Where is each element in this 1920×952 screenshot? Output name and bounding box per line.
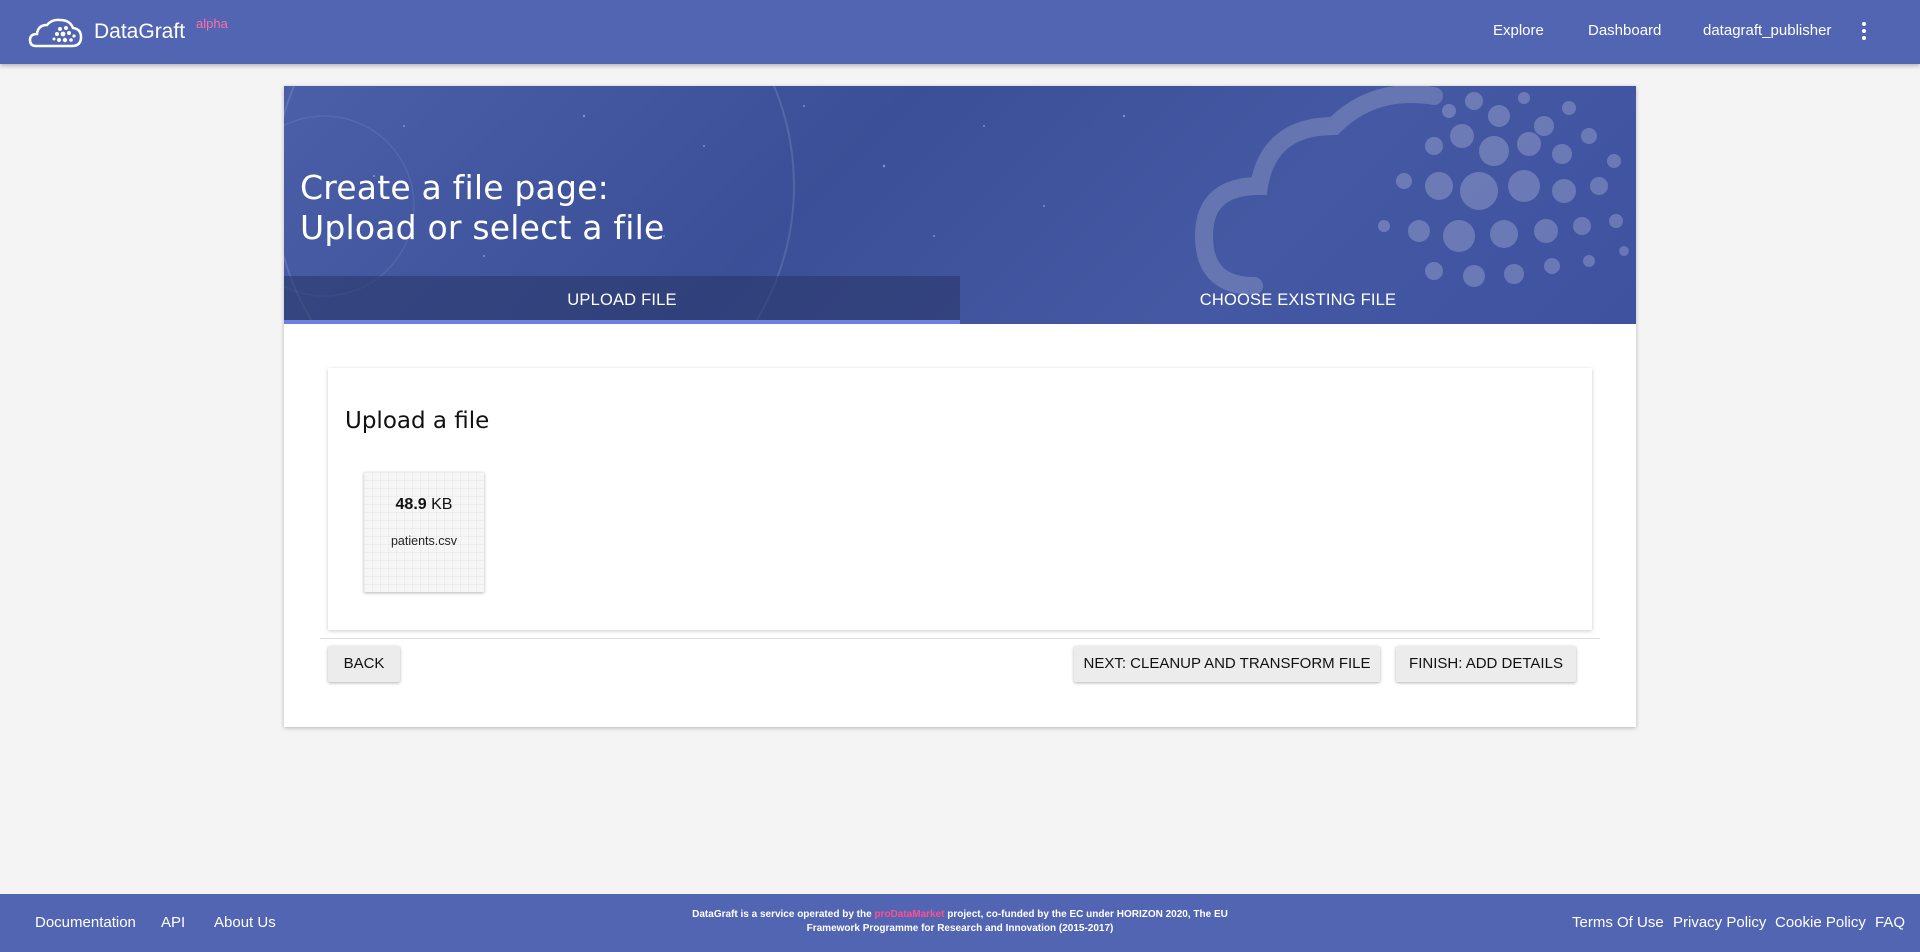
footer-link-documentation[interactable]: Documentation (35, 914, 136, 931)
page-title: Create a file page: Upload or select a f… (300, 168, 664, 248)
footer: Documentation API About Us DataGraft is … (0, 894, 1920, 952)
back-button[interactable]: BACK (328, 646, 400, 682)
file-source-tabs: UPLOAD FILE CHOOSE EXISTING FILE (284, 276, 1636, 324)
file-size-value: 48.9 (395, 496, 427, 513)
upload-panel: Upload a file 48.9 KB patients.csv (328, 368, 1592, 630)
footer-notice-pre: DataGraft is a service operated by the (692, 909, 872, 920)
more-vert-icon[interactable] (1858, 20, 1870, 44)
footer-notice: DataGraft is a service operated by the p… (690, 908, 1230, 936)
tab-upload-file[interactable]: UPLOAD FILE (284, 276, 960, 324)
active-tab-indicator (284, 320, 960, 324)
footer-link-about-us[interactable]: About Us (214, 914, 276, 931)
footer-link-cookie[interactable]: Cookie Policy (1775, 914, 1866, 931)
footer-link-api[interactable]: API (161, 914, 185, 931)
file-name: patients.csv (390, 534, 457, 548)
create-file-card: Create a file page: Upload or select a f… (284, 86, 1636, 727)
nav-dashboard[interactable]: Dashboard (1588, 22, 1661, 39)
finish-add-details-button[interactable]: FINISH: ADD DETAILS (1396, 646, 1576, 682)
nav-user-menu[interactable]: datagraft_publisher (1703, 22, 1831, 39)
brand-alpha-badge: alpha (196, 16, 228, 31)
file-size-unit: KB (431, 496, 453, 513)
brand-name[interactable]: DataGraft (94, 20, 185, 44)
next-cleanup-transform-button[interactable]: NEXT: CLEANUP AND TRANSFORM FILE (1074, 646, 1380, 682)
upload-heading: Upload a file (345, 408, 490, 434)
footer-project-link[interactable]: proDataMarket (874, 909, 944, 920)
uploaded-file-tile[interactable]: 48.9 KB patients.csv (364, 472, 484, 592)
hero-banner: Create a file page: Upload or select a f… (284, 86, 1636, 324)
footer-link-terms[interactable]: Terms Of Use (1572, 914, 1664, 931)
datagraft-cloud-logo-icon[interactable] (28, 16, 84, 50)
file-size: 48.9 KB (364, 496, 484, 514)
nav-explore[interactable]: Explore (1493, 22, 1544, 39)
footer-link-privacy[interactable]: Privacy Policy (1673, 914, 1766, 931)
page-title-line1: Create a file page: (300, 168, 609, 207)
tab-choose-existing-file[interactable]: CHOOSE EXISTING FILE (960, 276, 1636, 324)
footer-notice-line2: Framework Programme for Research and Inn… (806, 923, 1114, 934)
actions-divider (320, 638, 1600, 639)
top-navbar: DataGraft alpha Explore Dashboard datagr… (0, 0, 1920, 64)
footer-notice-post: project, co-funded by the EC under HORIZ… (947, 909, 1228, 920)
page-title-line2: Upload or select a file (300, 208, 665, 247)
footer-link-faq[interactable]: FAQ (1875, 914, 1905, 931)
